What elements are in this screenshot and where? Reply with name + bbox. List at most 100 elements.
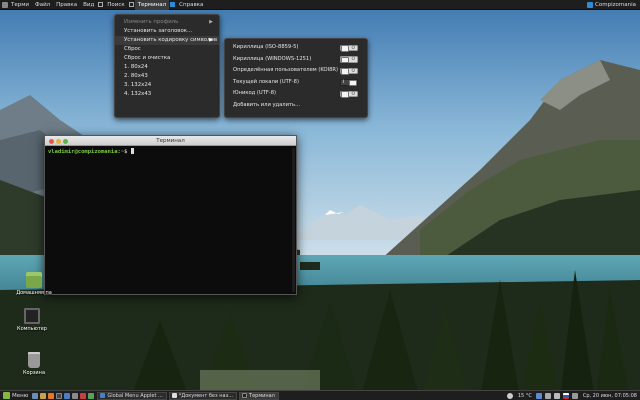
menu-app-terminal[interactable]: Терми (8, 0, 32, 10)
toggle-knob (341, 56, 349, 63)
menu-item-label: Установить заголовок... (124, 28, 193, 34)
encoding-toggle[interactable]: O (340, 90, 358, 98)
menu-item-size-132x43[interactable]: 4. 132x43 (115, 90, 219, 99)
encoding-toggle[interactable]: O (340, 56, 358, 63)
mint-logo-icon (3, 392, 10, 399)
encoding-submenu: Кириллица (ISO-8859-5) O Кириллица (WIND… (224, 38, 368, 118)
desktop-icon-computer[interactable]: Компьютер (12, 308, 52, 332)
taskbar-item-label: Терминал (249, 392, 275, 399)
prompt-symbol: $ (124, 149, 128, 155)
computer-icon (24, 308, 40, 324)
battery-icon[interactable] (572, 392, 579, 399)
encoding-toggle[interactable]: I (340, 79, 358, 86)
window-icon (100, 393, 106, 398)
browser-launcher-icon[interactable] (48, 392, 55, 399)
encoding-item-unicode-utf8[interactable]: Юникод (UTF-8) O (225, 88, 367, 100)
menu-item-label: 2. 80x43 (124, 73, 148, 79)
menu-terminal[interactable]: Терминал (134, 0, 170, 10)
toggle-knob (341, 91, 349, 98)
menu-item-size-132x24[interactable]: 3. 132x24 (115, 81, 219, 90)
show-desktop-icon[interactable] (32, 392, 39, 399)
menu-item-size-80x24[interactable]: 1. 80x24 (115, 63, 219, 72)
view-checkbox-icon (98, 2, 104, 7)
volume-icon[interactable] (554, 392, 561, 399)
toggle-state: O (351, 45, 355, 51)
menu-search[interactable]: Поиск (104, 0, 127, 10)
weather-icon[interactable] (507, 392, 514, 399)
settings-launcher-icon[interactable] (72, 392, 79, 399)
terminal-checkbox-icon (170, 2, 176, 7)
start-menu-button[interactable]: Меню (0, 392, 31, 399)
menu-item-label: 4. 132x43 (124, 91, 152, 97)
terminal-body[interactable]: vladimir@compizomania:~$ (45, 146, 296, 295)
top-panel: Терми Файл Правка Вид Поиск Терминал Спр… (0, 0, 640, 10)
network-icon[interactable] (545, 392, 552, 399)
temperature-label[interactable]: 15 °C (518, 393, 532, 399)
toggle-knob (349, 79, 357, 86)
terminal-menu: Изменить профиль ▶ Установить заголовок.… (114, 14, 220, 118)
desktop-icon-trash[interactable]: Корзина (14, 352, 54, 376)
keyboard-layout-flag-icon[interactable] (563, 392, 570, 399)
media-launcher-icon[interactable] (80, 392, 87, 399)
taskbar-item-document[interactable]: *Документ без наз... (168, 391, 238, 400)
encoding-toggle[interactable]: O (340, 44, 358, 52)
toggle-state: I (343, 80, 345, 85)
encoding-item-koi8r[interactable]: Определённая пользователем (KOI8R) O (225, 65, 367, 77)
desktop-icon-label: Корзина (22, 370, 46, 376)
files-launcher-icon[interactable] (40, 392, 47, 399)
terminal-window[interactable]: Терминал vladimir@compizomania:~$ (44, 135, 297, 295)
encoding-label: Кириллица (WINDOWS-1251) (233, 55, 312, 62)
encoding-toggle[interactable]: O (340, 67, 358, 75)
menu-edit[interactable]: Правка (53, 0, 80, 10)
terminal-icon (242, 393, 248, 398)
encoding-item-add-remove[interactable]: Добавить или удалить... (225, 100, 367, 112)
menu-item-label: Установить кодировку символов (124, 37, 217, 43)
office-launcher-icon[interactable] (88, 392, 95, 399)
menu-item-size-80x43[interactable]: 2. 80x43 (115, 72, 219, 81)
encoding-label: Определённая пользователем (KOI8R) (233, 67, 339, 73)
menu-item-change-profile[interactable]: Изменить профиль ▶ (115, 18, 219, 27)
menu-item-reset[interactable]: Сброс (115, 45, 219, 54)
menu-item-set-encoding[interactable]: Установить кодировку символов ▶ (115, 36, 219, 45)
taskbar-item-terminal[interactable]: Терминал (239, 391, 279, 400)
desktop-icon-home[interactable]: Домашняя па (14, 272, 54, 296)
menu-file[interactable]: Файл (32, 0, 53, 10)
user-icon[interactable] (587, 1, 594, 8)
menu-item-set-title[interactable]: Установить заголовок... (115, 27, 219, 36)
menu-item-label: Сброс и очистка (124, 55, 171, 61)
terminal-scrollbar[interactable] (292, 148, 295, 292)
prompt-user: vladimir@compizomania (48, 149, 118, 155)
menu-view[interactable]: Вид (80, 0, 97, 10)
terminal-launcher-icon[interactable] (56, 392, 63, 399)
update-shield-icon[interactable] (536, 392, 543, 399)
toggle-knob (341, 68, 349, 75)
desktop-icon-label: Компьютер (17, 326, 47, 332)
submenu-arrow-icon: ▶ (209, 37, 213, 43)
start-menu-label: Меню (12, 392, 29, 399)
menu-help[interactable]: Справка (176, 0, 206, 10)
taskbar-item-label: *Документ без наз... (178, 392, 234, 399)
home-folder-icon (26, 272, 42, 288)
clock[interactable]: Ср, 20 июн, 07:05:08 (583, 393, 637, 399)
encoding-item-windows-1251[interactable]: Кириллица (WINDOWS-1251) O (225, 54, 367, 66)
search-checkbox-icon (128, 2, 134, 7)
encoding-label: Кириллица (ISO-8859-5) (233, 44, 299, 50)
terminal-titlebar[interactable]: Терминал (45, 136, 296, 146)
text-cursor (130, 148, 134, 154)
encoding-label: Текущей локали (UTF-8) (233, 78, 299, 85)
trash-icon (28, 352, 40, 368)
bottom-panel: Меню Global Menu Applet ... *Документ бе… (0, 390, 640, 400)
encoding-label: Юникод (UTF-8) (233, 90, 277, 96)
taskbar-item-label: Global Menu Applet ... (107, 392, 163, 399)
menu-item-reset-clear[interactable]: Сброс и очистка (115, 54, 219, 63)
mail-launcher-icon[interactable] (64, 392, 71, 399)
taskbar-item-global-menu[interactable]: Global Menu Applet ... (97, 391, 167, 400)
desktop-icon-label: Домашняя па (16, 290, 52, 296)
document-icon (171, 393, 177, 398)
encoding-item-iso-8859-5[interactable]: Кириллица (ISO-8859-5) O (225, 42, 367, 54)
encoding-label: Добавить или удалить... (233, 101, 301, 108)
toggle-state: O (351, 68, 355, 74)
menu-item-label: Изменить профиль (124, 19, 179, 25)
user-name[interactable]: Compizomania (595, 2, 640, 8)
encoding-item-locale-utf8[interactable]: Текущей локали (UTF-8) I (225, 77, 367, 89)
